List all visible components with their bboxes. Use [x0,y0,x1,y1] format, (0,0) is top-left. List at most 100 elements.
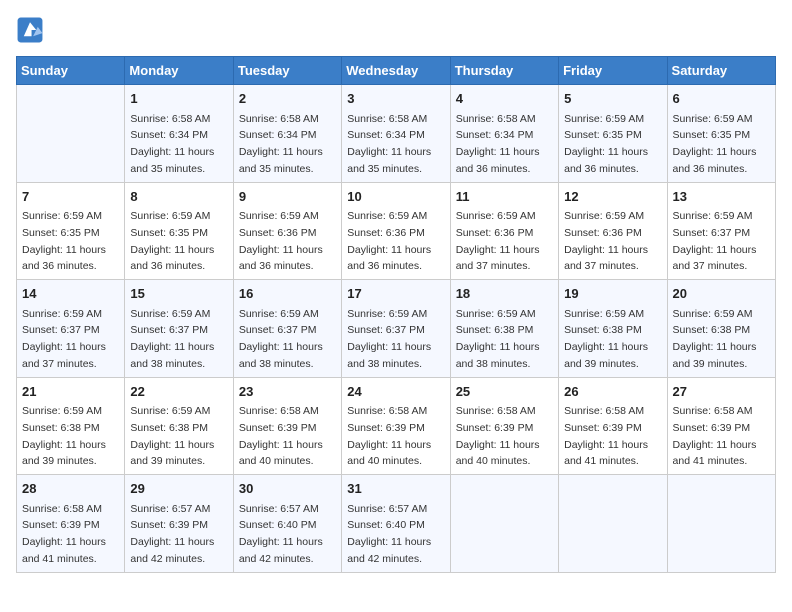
day-number: 16 [239,284,336,304]
day-number: 20 [673,284,770,304]
cell-info: Sunrise: 6:58 AMSunset: 6:39 PMDaylight:… [456,405,540,467]
cell-info: Sunrise: 6:58 AMSunset: 6:39 PMDaylight:… [673,405,757,467]
calendar-cell-0-0 [17,85,125,183]
day-number: 28 [22,479,119,499]
day-number: 17 [347,284,444,304]
day-number: 14 [22,284,119,304]
calendar-cell-3-1: 22 Sunrise: 6:59 AMSunset: 6:38 PMDayligh… [125,377,233,475]
cell-info: Sunrise: 6:58 AMSunset: 6:39 PMDaylight:… [239,405,323,467]
calendar-cell-2-6: 20 Sunrise: 6:59 AMSunset: 6:38 PMDayligh… [667,280,775,378]
cell-info: Sunrise: 6:57 AMSunset: 6:39 PMDaylight:… [130,503,214,565]
calendar-header: SundayMondayTuesdayWednesdayThursdayFrid… [17,57,776,85]
cell-info: Sunrise: 6:59 AMSunset: 6:38 PMDaylight:… [130,405,214,467]
calendar-cell-0-2: 2 Sunrise: 6:58 AMSunset: 6:34 PMDaylight… [233,85,341,183]
day-number: 10 [347,187,444,207]
calendar-cell-3-0: 21 Sunrise: 6:59 AMSunset: 6:38 PMDayligh… [17,377,125,475]
calendar-cell-1-2: 9Sunrise: 6:59 AMSunset: 6:36 PMDaylight… [233,182,341,280]
calendar-cell-4-2: 30 Sunrise: 6:57 AMSunset: 6:40 PMDayligh… [233,475,341,573]
day-number: 13 [673,187,770,207]
cell-info: Sunrise: 6:58 AMSunset: 6:34 PMDaylight:… [130,113,214,175]
calendar-cell-3-4: 25 Sunrise: 6:58 AMSunset: 6:39 PMDayligh… [450,377,558,475]
calendar-cell-2-3: 17Sunrise: 6:59 AMSunset: 6:37 PMDayligh… [342,280,450,378]
week-row-5: 28 Sunrise: 6:58 AMSunset: 6:39 PMDayligh… [17,475,776,573]
day-number: 23 [239,382,336,402]
calendar-cell-1-6: 13 Sunrise: 6:59 AMSunset: 6:37 PMDayligh… [667,182,775,280]
day-number: 2 [239,89,336,109]
calendar-cell-3-3: 24Sunrise: 6:58 AMSunset: 6:39 PMDayligh… [342,377,450,475]
calendar-cell-1-5: 12Sunrise: 6:59 AMSunset: 6:36 PMDayligh… [559,182,667,280]
page-header [16,16,776,44]
cell-info: Sunrise: 6:57 AMSunset: 6:40 PMDaylight:… [347,503,431,565]
calendar-cell-0-5: 5 Sunrise: 6:59 AMSunset: 6:35 PMDaylight… [559,85,667,183]
calendar-cell-2-0: 14 Sunrise: 6:59 AMSunset: 6:37 PMDayligh… [17,280,125,378]
calendar-cell-4-4 [450,475,558,573]
day-number: 22 [130,382,227,402]
calendar-cell-4-0: 28 Sunrise: 6:58 AMSunset: 6:39 PMDayligh… [17,475,125,573]
weekday-thursday: Thursday [450,57,558,85]
calendar-cell-2-5: 19 Sunrise: 6:59 AMSunset: 6:38 PMDayligh… [559,280,667,378]
day-number: 21 [22,382,119,402]
calendar-cell-0-4: 4 Sunrise: 6:58 AMSunset: 6:34 PMDaylight… [450,85,558,183]
cell-info: Sunrise: 6:59 AMSunset: 6:38 PMDaylight:… [22,405,106,467]
cell-info: Sunrise: 6:59 AMSunset: 6:35 PMDaylight:… [130,210,214,272]
cell-info: Sunrise: 6:59 AMSunset: 6:35 PMDaylight:… [22,210,106,272]
day-number: 9 [239,187,336,207]
day-number: 27 [673,382,770,402]
day-number: 6 [673,89,770,109]
weekday-saturday: Saturday [667,57,775,85]
cell-info: Sunrise: 6:59 AMSunset: 6:38 PMDaylight:… [564,308,648,370]
cell-info: Sunrise: 6:59 AMSunset: 6:38 PMDaylight:… [673,308,757,370]
day-number: 4 [456,89,553,109]
weekday-wednesday: Wednesday [342,57,450,85]
cell-info: Sunrise: 6:58 AMSunset: 6:34 PMDaylight:… [239,113,323,175]
cell-info: Sunrise: 6:59 AMSunset: 6:35 PMDaylight:… [564,113,648,175]
cell-info: Sunrise: 6:59 AMSunset: 6:36 PMDaylight:… [347,210,431,272]
day-number: 30 [239,479,336,499]
day-number: 7 [22,187,119,207]
calendar-cell-1-0: 7 Sunrise: 6:59 AMSunset: 6:35 PMDaylight… [17,182,125,280]
calendar-table: SundayMondayTuesdayWednesdayThursdayFrid… [16,56,776,573]
cell-info: Sunrise: 6:59 AMSunset: 6:37 PMDaylight:… [130,308,214,370]
day-number: 18 [456,284,553,304]
calendar-cell-4-6 [667,475,775,573]
day-number: 3 [347,89,444,109]
cell-info: Sunrise: 6:59 AMSunset: 6:37 PMDaylight:… [239,308,323,370]
week-row-4: 21 Sunrise: 6:59 AMSunset: 6:38 PMDayligh… [17,377,776,475]
weekday-monday: Monday [125,57,233,85]
cell-info: Sunrise: 6:59 AMSunset: 6:37 PMDaylight:… [22,308,106,370]
calendar-cell-0-1: 1 Sunrise: 6:58 AMSunset: 6:34 PMDaylight… [125,85,233,183]
cell-info: Sunrise: 6:58 AMSunset: 6:39 PMDaylight:… [22,503,106,565]
day-number: 12 [564,187,661,207]
day-number: 26 [564,382,661,402]
day-number: 1 [130,89,227,109]
weekday-tuesday: Tuesday [233,57,341,85]
calendar-cell-1-3: 10 Sunrise: 6:59 AMSunset: 6:36 PMDayligh… [342,182,450,280]
calendar-cell-2-1: 15 Sunrise: 6:59 AMSunset: 6:37 PMDayligh… [125,280,233,378]
week-row-3: 14 Sunrise: 6:59 AMSunset: 6:37 PMDayligh… [17,280,776,378]
day-number: 25 [456,382,553,402]
cell-info: Sunrise: 6:58 AMSunset: 6:34 PMDaylight:… [456,113,540,175]
cell-info: Sunrise: 6:59 AMSunset: 6:38 PMDaylight:… [456,308,540,370]
day-number: 5 [564,89,661,109]
calendar-cell-1-1: 8 Sunrise: 6:59 AMSunset: 6:35 PMDaylight… [125,182,233,280]
calendar-cell-0-6: 6Sunrise: 6:59 AMSunset: 6:35 PMDaylight… [667,85,775,183]
calendar-cell-4-3: 31 Sunrise: 6:57 AMSunset: 6:40 PMDayligh… [342,475,450,573]
day-number: 31 [347,479,444,499]
calendar-cell-2-4: 18 Sunrise: 6:59 AMSunset: 6:38 PMDayligh… [450,280,558,378]
cell-info: Sunrise: 6:58 AMSunset: 6:34 PMDaylight:… [347,113,431,175]
weekday-header-row: SundayMondayTuesdayWednesdayThursdayFrid… [17,57,776,85]
day-number: 15 [130,284,227,304]
day-number: 19 [564,284,661,304]
calendar-cell-3-5: 26Sunrise: 6:58 AMSunset: 6:39 PMDayligh… [559,377,667,475]
calendar-cell-3-6: 27 Sunrise: 6:58 AMSunset: 6:39 PMDayligh… [667,377,775,475]
logo-icon [16,16,44,44]
calendar-cell-4-5 [559,475,667,573]
cell-info: Sunrise: 6:59 AMSunset: 6:37 PMDaylight:… [673,210,757,272]
day-number: 8 [130,187,227,207]
calendar-cell-0-3: 3 Sunrise: 6:58 AMSunset: 6:34 PMDaylight… [342,85,450,183]
weekday-friday: Friday [559,57,667,85]
cell-info: Sunrise: 6:57 AMSunset: 6:40 PMDaylight:… [239,503,323,565]
day-number: 11 [456,187,553,207]
day-number: 29 [130,479,227,499]
calendar-cell-1-4: 11Sunrise: 6:59 AMSunset: 6:36 PMDayligh… [450,182,558,280]
